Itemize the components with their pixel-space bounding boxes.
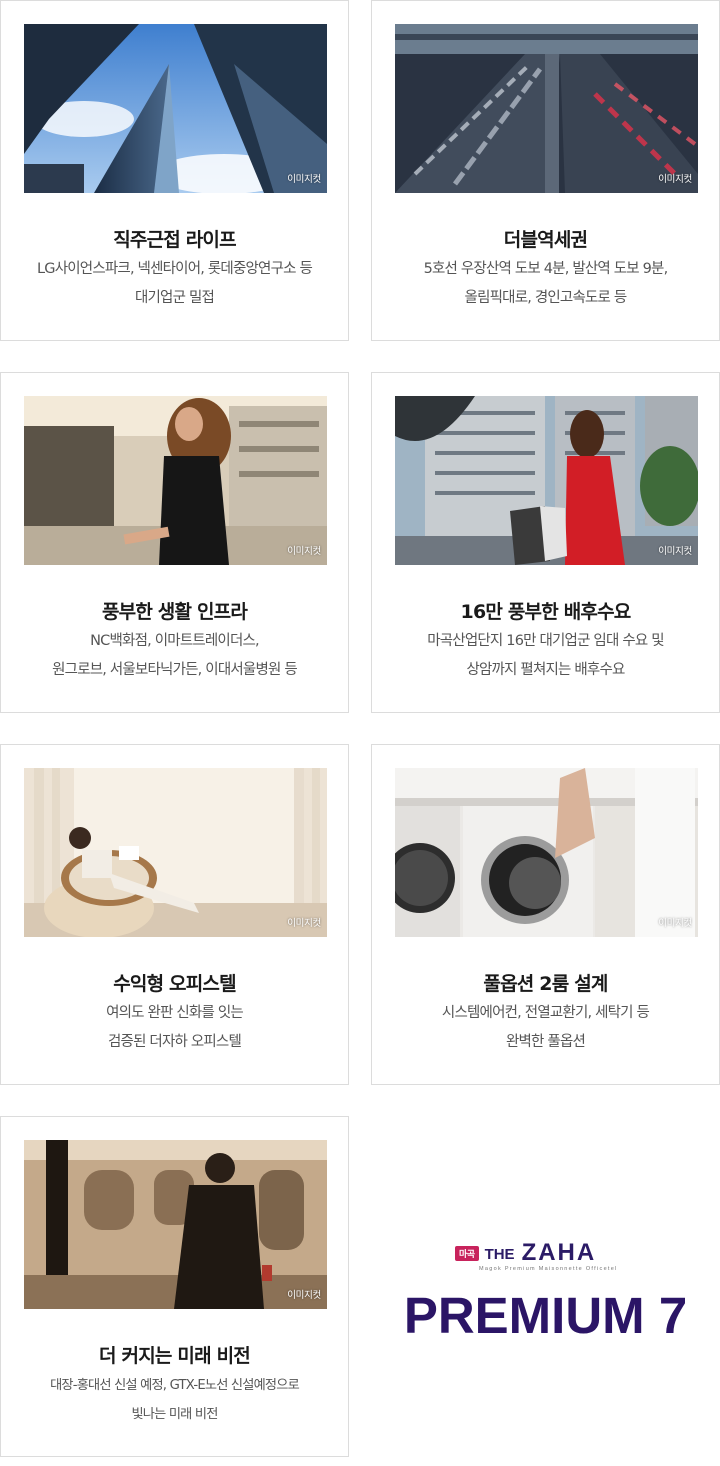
image-cut-label: 이미지컷 <box>658 918 692 929</box>
card-description-line: 5호선 우장산역 도보 4분, 발산역 도보 9분, <box>423 261 669 277</box>
image-cut-label: 이미지컷 <box>287 918 321 929</box>
image-cut-label: 이미지컷 <box>287 546 321 557</box>
card-title: 직주근접 라이프 <box>113 229 236 251</box>
card-description-line: 빛나는 미래 비전 <box>131 1407 218 1422</box>
card-description-line: 상암까지 펼쳐지는 배후수요 <box>466 662 625 678</box>
card-description-line: 원그로브, 서울보타닉가든, 이대서울병원 등 <box>52 662 298 678</box>
logo-tagline: Magok Premium Maisonnette Officetel <box>479 1266 618 1272</box>
card-title: 수익형 오피스텔 <box>113 973 236 995</box>
card-title: 풀옵션 2룸 설계 <box>483 973 608 995</box>
feature-card-work-life: 이미지컷 직주근접 라이프 LG사이언스파크, 넥센타이어, 롯데중앙연구소 등… <box>0 0 349 341</box>
card-description: NC백화점, 이마트트레이더스, 원그로브, 서울보타닉가든, 이대서울병원 등 <box>5 627 344 685</box>
the-zaha-logo: 마곡 THE ZAHA <box>455 1239 597 1266</box>
card-title: 더 커지는 미래 비전 <box>99 1345 251 1367</box>
card-description-line: NC백화점, 이마트트레이더스, <box>90 633 260 649</box>
feature-card-demand: 이미지컷 16만 풍부한 배후수요 마곡산업단지 16만 대기업군 임대 수요 … <box>371 372 720 713</box>
card-description-line: 완벽한 풀옵션 <box>505 1034 586 1050</box>
card-description-line: 여의도 완판 신화를 잇는 <box>106 1005 244 1021</box>
card-description-line: 대장-홍대선 신설 예정, GTX-E노선 신설예정으로 <box>50 1378 300 1393</box>
card-description-line: 검증된 더자하 오피스텔 <box>107 1034 242 1050</box>
image-cut-label: 이미지컷 <box>658 546 692 557</box>
image-cut-label: 이미지컷 <box>658 174 692 185</box>
feature-card-future-vision: 이미지컷 더 커지는 미래 비전 대장-홍대선 신설 예정, GTX-E노선 신… <box>0 1116 349 1457</box>
feature-card-infrastructure: 이미지컷 풍부한 생활 인프라 NC백화점, 이마트트레이더스, 원그로브, 서… <box>0 372 349 713</box>
feature-card-officetel: 이미지컷 수익형 오피스텔 여의도 완판 신화를 잇는 검증된 더자하 오피스텔 <box>0 744 349 1085</box>
card-title: 풍부한 생활 인프라 <box>101 601 248 623</box>
image-cut-label: 이미지컷 <box>287 1290 321 1301</box>
woman-reading-chair-photo: 이미지컷 <box>24 768 327 937</box>
feature-card-double-station: 이미지컷 더블역세권 5호선 우장산역 도보 4분, 발산역 도보 9분, 올림… <box>371 0 720 341</box>
premium-headline: PREMIUM 7 <box>403 1287 688 1344</box>
woman-shopping-bags-photo: 이미지컷 <box>395 396 698 565</box>
premium-features-page: 이미지컷 직주근접 라이프 LG사이언스파크, 넥센타이어, 롯데중앙연구소 등… <box>0 0 720 1466</box>
magok-badge: 마곡 <box>455 1246 479 1261</box>
card-title: 16만 풍부한 배후수요 <box>460 601 632 623</box>
image-cut-label: 이미지컷 <box>287 174 321 185</box>
card-description: LG사이언스파크, 넥센타이어, 롯데중앙연구소 등 대기업군 밀접 <box>5 255 344 313</box>
logo-the-text: THE <box>484 1246 515 1263</box>
card-description-line: 올림픽대로, 경인고속도로 등 <box>464 290 628 306</box>
card-description-line: LG사이언스파크, 넥센타이어, 롯데중앙연구소 등 <box>36 261 313 277</box>
card-description-line: 시스템에어컨, 전열교환기, 세탁기 등 <box>441 1005 650 1021</box>
office-skyscrapers-photo: 이미지컷 <box>24 24 327 193</box>
woman-walking-city-photo: 이미지컷 <box>24 396 327 565</box>
brand-block: 마곡 THE ZAHA Magok Premium Maisonnette Of… <box>371 1116 720 1457</box>
card-description: 여의도 완판 신화를 잇는 검증된 더자하 오피스텔 <box>5 999 344 1057</box>
card-description: 대장-홍대선 신설 예정, GTX-E노선 신설예정으로 빛나는 미래 비전 <box>5 1371 344 1429</box>
feature-card-full-option: 이미지컷 풀옵션 2룸 설계 시스템에어컨, 전열교환기, 세탁기 등 완벽한 … <box>371 744 720 1085</box>
card-description: 5호선 우장산역 도보 4분, 발산역 도보 9분, 올림픽대로, 경인고속도로… <box>376 255 715 313</box>
logo-zaha-text: ZAHA <box>521 1239 597 1266</box>
highway-traffic-photo: 이미지컷 <box>395 24 698 193</box>
man-subway-platform-photo: 이미지컷 <box>24 1140 327 1309</box>
washing-machine-photo: 이미지컷 <box>395 768 698 937</box>
card-description: 시스템에어컨, 전열교환기, 세탁기 등 완벽한 풀옵션 <box>376 999 715 1057</box>
card-description-line: 마곡산업단지 16만 대기업군 임대 수요 및 <box>427 633 664 649</box>
card-description: 마곡산업단지 16만 대기업군 임대 수요 및 상암까지 펼쳐지는 배후수요 <box>376 627 715 685</box>
card-title: 더블역세권 <box>503 229 588 251</box>
card-description-line: 대기업군 밀접 <box>134 290 215 306</box>
